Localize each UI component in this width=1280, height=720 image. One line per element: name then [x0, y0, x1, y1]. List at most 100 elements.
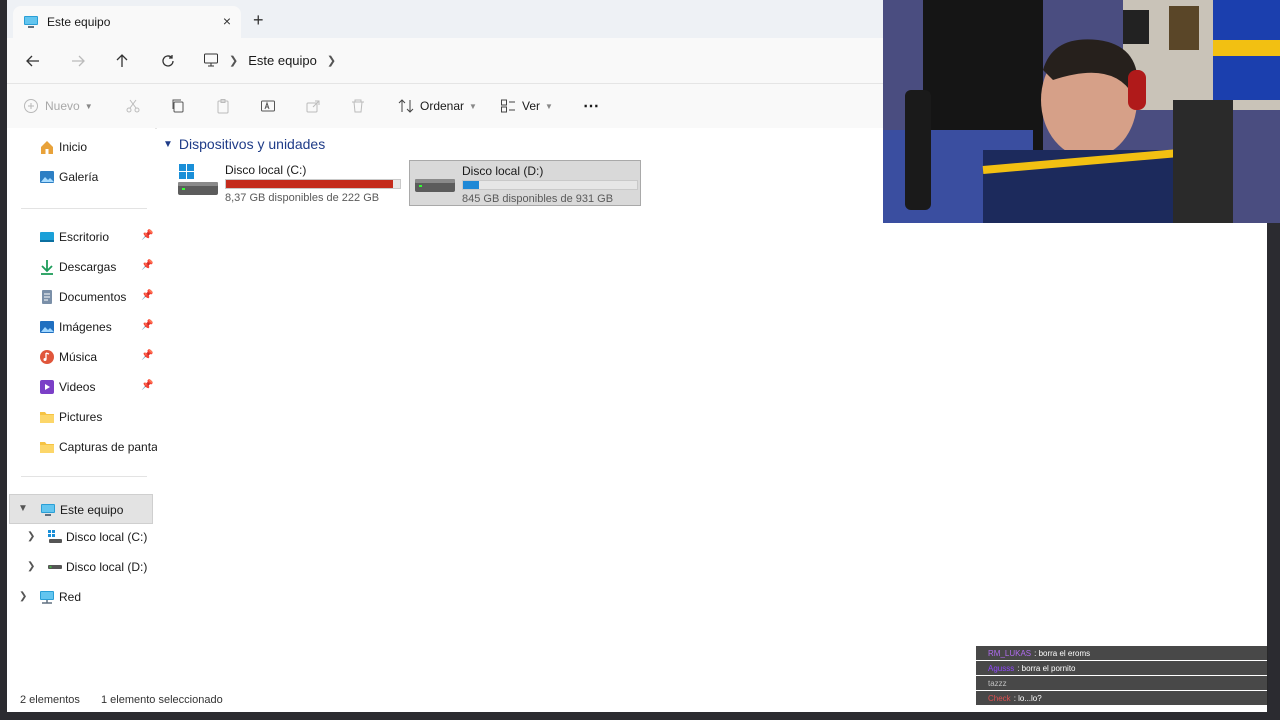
pin-icon[interactable]: 📌	[141, 320, 153, 331]
view-list-icon	[501, 99, 515, 113]
selection-count: 1 elemento seleccionado	[101, 694, 223, 706]
drive-name: Disco local (C:)	[225, 163, 307, 177]
close-tab-icon[interactable]: ×	[223, 13, 231, 29]
plus-circle-icon	[24, 99, 38, 113]
refresh-icon	[162, 55, 174, 67]
sidebar-item-label: Videos	[59, 380, 96, 394]
chat-message: Check : lo...lo?	[976, 691, 1268, 705]
sidebar-item-pictures[interactable]: Pictures	[7, 402, 155, 432]
sidebar-item-descargas[interactable]: Descargas 📌	[7, 252, 155, 282]
sidebar-item-imagenes[interactable]: Imágenes 📌	[7, 312, 155, 342]
pin-icon[interactable]: 📌	[141, 230, 153, 241]
sidebar-item-label: Descargas	[59, 260, 117, 274]
documents-folder-icon	[42, 290, 52, 304]
sidebar-item-label: Este equipo	[60, 503, 124, 517]
refresh-button[interactable]	[157, 50, 179, 72]
sort-button[interactable]: Ordenar ▼	[398, 96, 477, 116]
breadcrumb-item-este-equipo[interactable]: Este equipo	[248, 53, 317, 68]
pin-icon[interactable]: 📌	[141, 350, 153, 361]
computer-icon	[41, 504, 55, 516]
chevron-down-icon: ▼	[84, 101, 93, 111]
stream-chat-overlay: RM_LUKAS : borra el eroms Agusss : borra…	[976, 646, 1268, 716]
home-icon	[41, 141, 53, 154]
windows-drive-icon	[178, 164, 218, 195]
chat-message: RM_LUKAS : borra el eroms	[976, 646, 1268, 660]
drive-icon	[48, 565, 62, 569]
new-button[interactable]: Nuevo ▼	[23, 96, 93, 116]
arrow-left-icon	[26, 55, 39, 67]
back-button[interactable]	[22, 50, 44, 72]
music-folder-icon	[40, 350, 54, 364]
sidebar-item-galeria[interactable]: Galería	[7, 162, 155, 192]
sort-button-label: Ordenar	[420, 99, 465, 113]
delete-button[interactable]	[350, 96, 366, 116]
view-button[interactable]: Ver ▼	[500, 96, 553, 116]
group-title: Dispositivos y unidades	[178, 136, 326, 152]
pin-icon[interactable]: 📌	[141, 260, 153, 271]
up-button[interactable]	[111, 50, 133, 72]
chevron-down-icon[interactable]: ▼	[163, 139, 173, 150]
sidebar-item-capturas[interactable]: Capturas de pantall	[7, 432, 163, 462]
breadcrumb[interactable]: ❯ Este equipo ❯	[203, 48, 346, 72]
new-button-label: Nuevo	[45, 99, 80, 113]
sidebar-item-label: Red	[59, 590, 82, 604]
new-tab-button[interactable]: +	[253, 10, 264, 31]
videos-folder-icon	[40, 380, 54, 394]
sidebar-item-label: Música	[59, 350, 98, 364]
drive-tile-d[interactable]: Disco local (D:) 845 GB disponibles de 9…	[409, 160, 641, 206]
sidebar-item-videos[interactable]: Videos 📌	[7, 372, 155, 402]
chevron-right-icon[interactable]: ❯	[327, 54, 336, 67]
chevron-right-icon[interactable]: ❯	[27, 561, 35, 572]
share-button[interactable]	[305, 96, 321, 116]
chevron-down-icon[interactable]: ▼	[18, 503, 28, 514]
drive-icon	[415, 179, 455, 192]
pictures-folder-icon	[40, 321, 54, 333]
sidebar-divider	[21, 476, 147, 477]
pin-icon[interactable]: 📌	[141, 290, 153, 301]
sidebar-item-musica[interactable]: Música 📌	[7, 342, 155, 372]
chevron-right-icon[interactable]: ❯	[27, 531, 35, 542]
chat-message: Agusss : borra el pornito	[976, 661, 1268, 675]
network-icon	[40, 591, 54, 604]
status-bar: 2 elementos 1 elemento seleccionado	[7, 688, 887, 712]
navigation-pane: Inicio Galería Escritorio 📌 Descargas 📌 …	[7, 128, 163, 688]
desktop-folder-icon	[40, 232, 54, 242]
forward-button[interactable]	[67, 50, 89, 72]
sidebar-item-label: Capturas de pantall	[59, 440, 164, 454]
sidebar-item-red[interactable]: ❯ Red	[7, 582, 155, 612]
paste-button[interactable]	[215, 96, 231, 116]
cut-button[interactable]	[125, 96, 141, 116]
copy-button[interactable]	[170, 96, 186, 116]
rename-icon	[261, 100, 275, 112]
sidebar-item-este-equipo[interactable]: ▼ Este equipo	[9, 494, 153, 524]
drive-tile-c[interactable]: Disco local (C:) 8,37 GB disponibles de …	[173, 160, 405, 206]
sort-icon	[398, 99, 414, 113]
sidebar-item-label: Galería	[59, 170, 99, 184]
rename-button[interactable]	[260, 96, 276, 116]
sidebar-item-inicio[interactable]: Inicio	[7, 132, 155, 162]
chat-message: tazzz	[976, 676, 1268, 690]
tab-este-equipo[interactable]: Este equipo ×	[13, 6, 241, 38]
sidebar-item-disco-c[interactable]: ❯ Disco local (C:)	[7, 522, 155, 552]
computer-icon	[24, 16, 38, 28]
share-icon	[306, 100, 320, 113]
sidebar-item-label: Disco local (C:)	[66, 530, 148, 544]
chat-username: Agusss	[988, 663, 1015, 673]
folder-icon	[40, 412, 54, 423]
monitor-icon	[204, 53, 218, 67]
sidebar-item-disco-d[interactable]: ❯ Disco local (D:)	[7, 552, 155, 582]
sidebar-item-label: Escritorio	[59, 230, 110, 244]
sidebar-item-documentos[interactable]: Documentos 📌	[7, 282, 155, 312]
webcam-overlay	[883, 0, 1280, 223]
pin-icon[interactable]: 📌	[141, 380, 153, 391]
more-options-button[interactable]: ⋯	[583, 96, 599, 116]
drive-usage-bar	[462, 180, 638, 190]
group-header-devices[interactable]: ▼ Dispositivos y unidades	[163, 136, 325, 152]
webcam-image	[883, 0, 1280, 223]
drive-free-space: 8,37 GB disponibles de 222 GB	[225, 192, 380, 204]
chevron-right-icon[interactable]: ❯	[19, 591, 27, 602]
sidebar-item-escritorio[interactable]: Escritorio 📌	[7, 222, 155, 252]
gallery-icon	[40, 171, 54, 183]
drive-usage-bar	[225, 179, 401, 189]
view-button-label: Ver	[522, 99, 541, 113]
